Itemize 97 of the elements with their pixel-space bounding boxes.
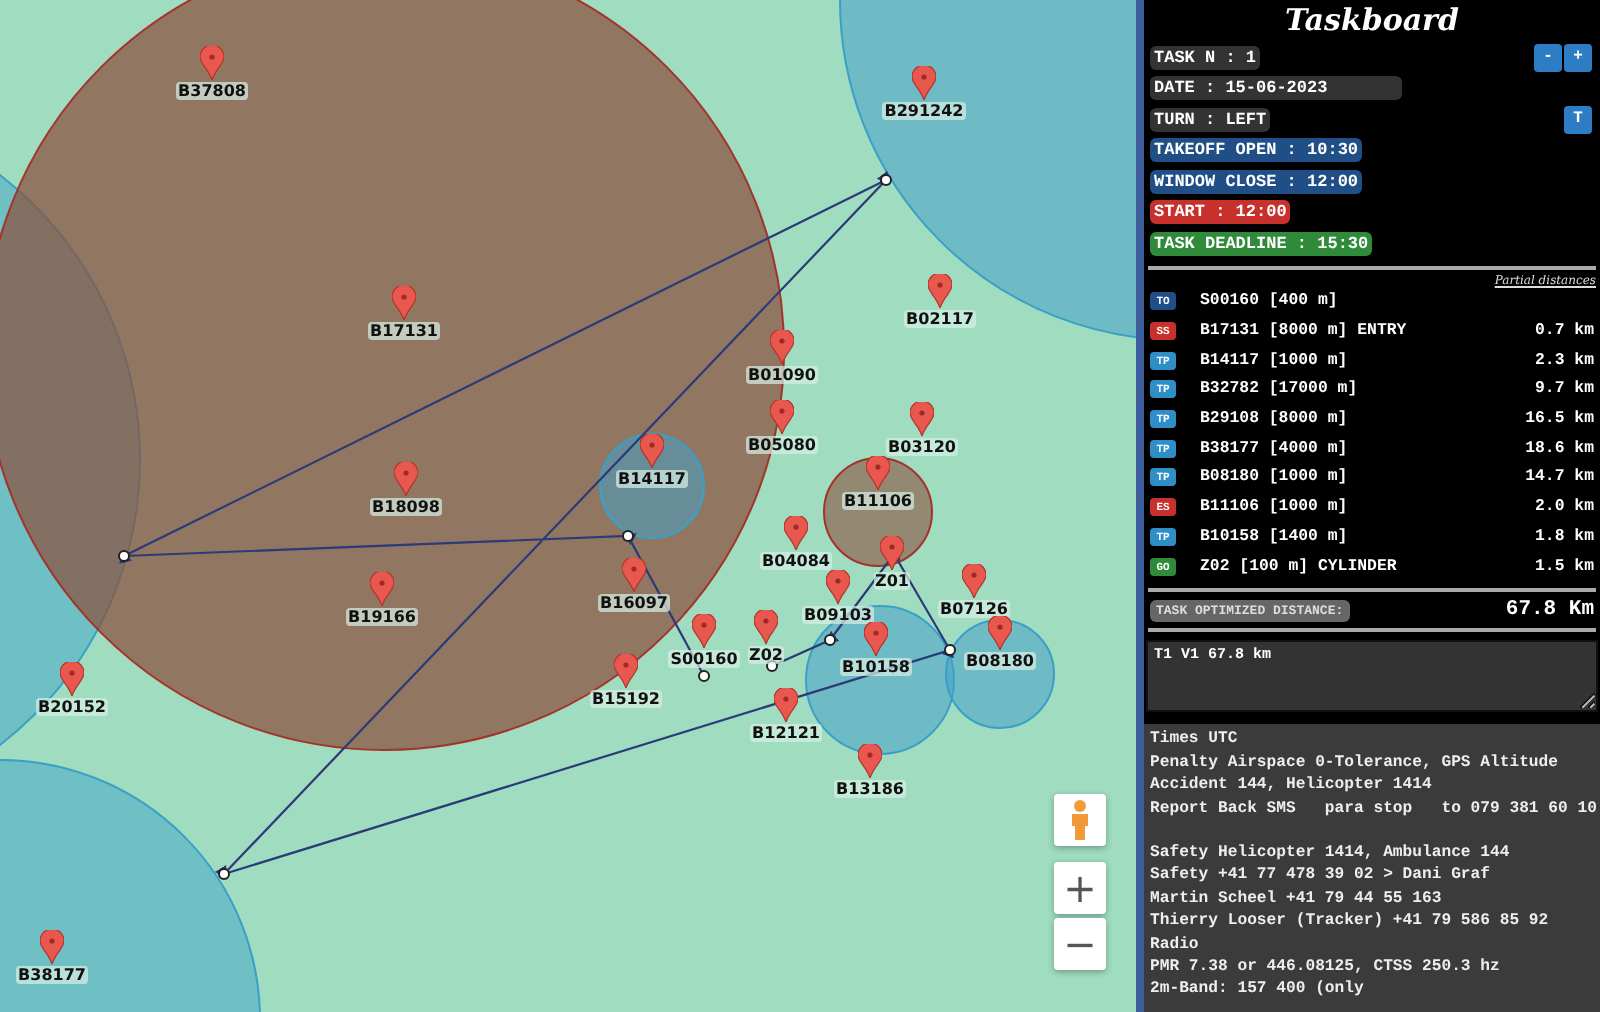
turnpoint-icon [824,634,836,646]
waypoint-label: B05080 [746,436,818,454]
waypoint-label: B19166 [346,608,418,626]
task-field: TASK DEADLINE : 15:30 [1150,231,1373,256]
cylinder-circle [945,619,1055,729]
waypoint-label: B03120 [886,438,958,456]
map-pin-icon[interactable] [770,330,794,364]
waypoint-label: B16097 [598,594,670,612]
waypoint-label: B17131 [368,322,440,340]
waypoint-label: B10158 [840,658,912,676]
waypoint-label: B20152 [36,698,108,716]
map-pin-icon[interactable] [912,66,936,100]
map-pin-icon[interactable] [962,564,986,598]
partial-distance: 9.7 km [1535,380,1594,399]
stepper-button[interactable]: + [1564,43,1592,72]
partial-distance: 14.7 km [1525,468,1594,487]
partial-distance: 2.3 km [1535,351,1594,370]
waypoint-label: B04084 [760,552,832,570]
task-field: TAKEOFF OPEN : 10:30 [1150,138,1363,163]
map-pin-icon[interactable] [692,614,716,648]
turnpoint-icon [880,174,892,186]
note-line: Safety Helicopter 1414, Ambulance 144 [1150,842,1512,865]
waypoint-label: S00160 [668,650,740,668]
note-line: Penalty Airspace 0-Tolerance, GPS Altitude [1150,751,1560,775]
turnpoint-name: B29108 [8000 m] [1200,410,1350,429]
task-field: TASK N : 1 [1150,45,1261,70]
map-pin-icon[interactable] [614,654,638,688]
turnpoint-name: B14117 [1000 m] [1200,351,1350,370]
panel-title: Taskboard [1283,0,1461,42]
map-pin-icon[interactable] [826,570,850,604]
waypoint-label: B01090 [746,366,818,384]
note-line: Martin Scheel +41 79 44 55 163 [1150,887,1444,911]
turnpoint-name: B38177 [4000 m] [1200,439,1350,458]
waypoint-label: B14117 [616,470,688,488]
note-line: Times UTC [1150,728,1240,752]
waypoint-label: B38177 [16,966,88,984]
map-pin-icon[interactable] [864,622,888,656]
map-pin-icon[interactable] [784,516,808,550]
task-field: DATE : 15-06-2023 [1150,76,1402,101]
turnpoint-name: B11106 [1000 m] [1200,498,1350,517]
turnpoint-name: S00160 [400 m] [1200,292,1340,311]
waypoint-label: B11106 [842,492,914,510]
waypoint-label: Z01 [873,572,911,590]
map-pin-icon[interactable] [880,536,904,570]
note-line: Thierry Looser (Tracker) +41 79 586 85 92 [1150,910,1551,934]
map-pin-icon[interactable] [858,744,882,778]
turnpoint-icon [944,644,956,656]
waypoint-label: B291242 [882,102,966,120]
waypoint-label: B37808 [176,82,248,100]
person-icon [1070,800,1090,840]
note-line: Safety +41 77 478 39 02 > Dani Graf [1150,864,1492,888]
optimized-distance-value: 67.8 Km [1505,598,1594,623]
note-line: Report Back SMS para stop to 079 381 60 10 [1150,797,1594,820]
map-pin-icon[interactable] [60,662,84,696]
zoom-in-button[interactable]: + [1054,862,1106,914]
turnpoint-name: B10158 [1400 m] [1200,527,1350,546]
waypoint-label: B15192 [590,690,662,708]
waypoint-label: B02117 [904,310,976,328]
partial-distance: 2.0 km [1535,498,1594,517]
turnpoint-name: B17131 [8000 m] ENTRY [1200,322,1409,341]
map-pin-icon[interactable] [928,274,952,308]
turnpoint-name: Z02 [100 m] CYLINDER [1200,557,1399,576]
map-pin-icon[interactable] [988,616,1012,650]
note-line: Accident 144, Helicopter 1414 [1150,774,1434,798]
waypoint-label: B08180 [964,652,1036,670]
note-line: 2m-Band: 157 400 (only [1150,978,1366,1002]
waypoint-label: B07126 [938,600,1010,618]
task-field: WINDOW CLOSE : 12:00 [1150,169,1363,194]
map-pin-icon[interactable] [774,688,798,722]
waypoint-label: B18098 [370,498,442,516]
note-line: Radio [1150,933,1201,957]
map-pin-icon[interactable] [770,400,794,434]
waypoint-label: B13186 [834,780,906,798]
note-line: PMR 7.38 or 446.08125, CTSS 250.3 hz [1150,956,1502,979]
turnpoint-icon [118,550,130,562]
zoom-out-button[interactable]: − [1054,918,1106,970]
turn-button[interactable]: T [1564,105,1592,134]
map-pin-icon[interactable] [754,610,778,644]
task-field: TURN : LEFT [1150,107,1271,132]
map-pin-icon[interactable] [910,402,934,436]
partial-distance: 1.8 km [1535,527,1594,546]
waypoint-label: Z02 [747,646,785,664]
partial-distance: 1.5 km [1535,557,1594,576]
turnpoint-icon [698,670,710,682]
partial-distance: 18.6 km [1525,439,1594,458]
turnpoint-name: B08180 [1000 m] [1200,468,1350,487]
map-pin-icon[interactable] [40,930,64,964]
turnpoint-icon [218,868,230,880]
stepper-button[interactable]: - [1534,43,1562,72]
turnpoint-icon [622,530,634,542]
partial-distance: 0.7 km [1535,322,1594,341]
turnpoint-name: B32782 [17000 m] [1200,380,1360,399]
task-field: START : 12:00 [1150,200,1291,225]
partial-distance: 16.5 km [1525,410,1594,429]
waypoint-label: B12121 [750,724,822,742]
waypoint-label: B09103 [802,606,874,624]
pegman-button[interactable] [1054,794,1106,846]
